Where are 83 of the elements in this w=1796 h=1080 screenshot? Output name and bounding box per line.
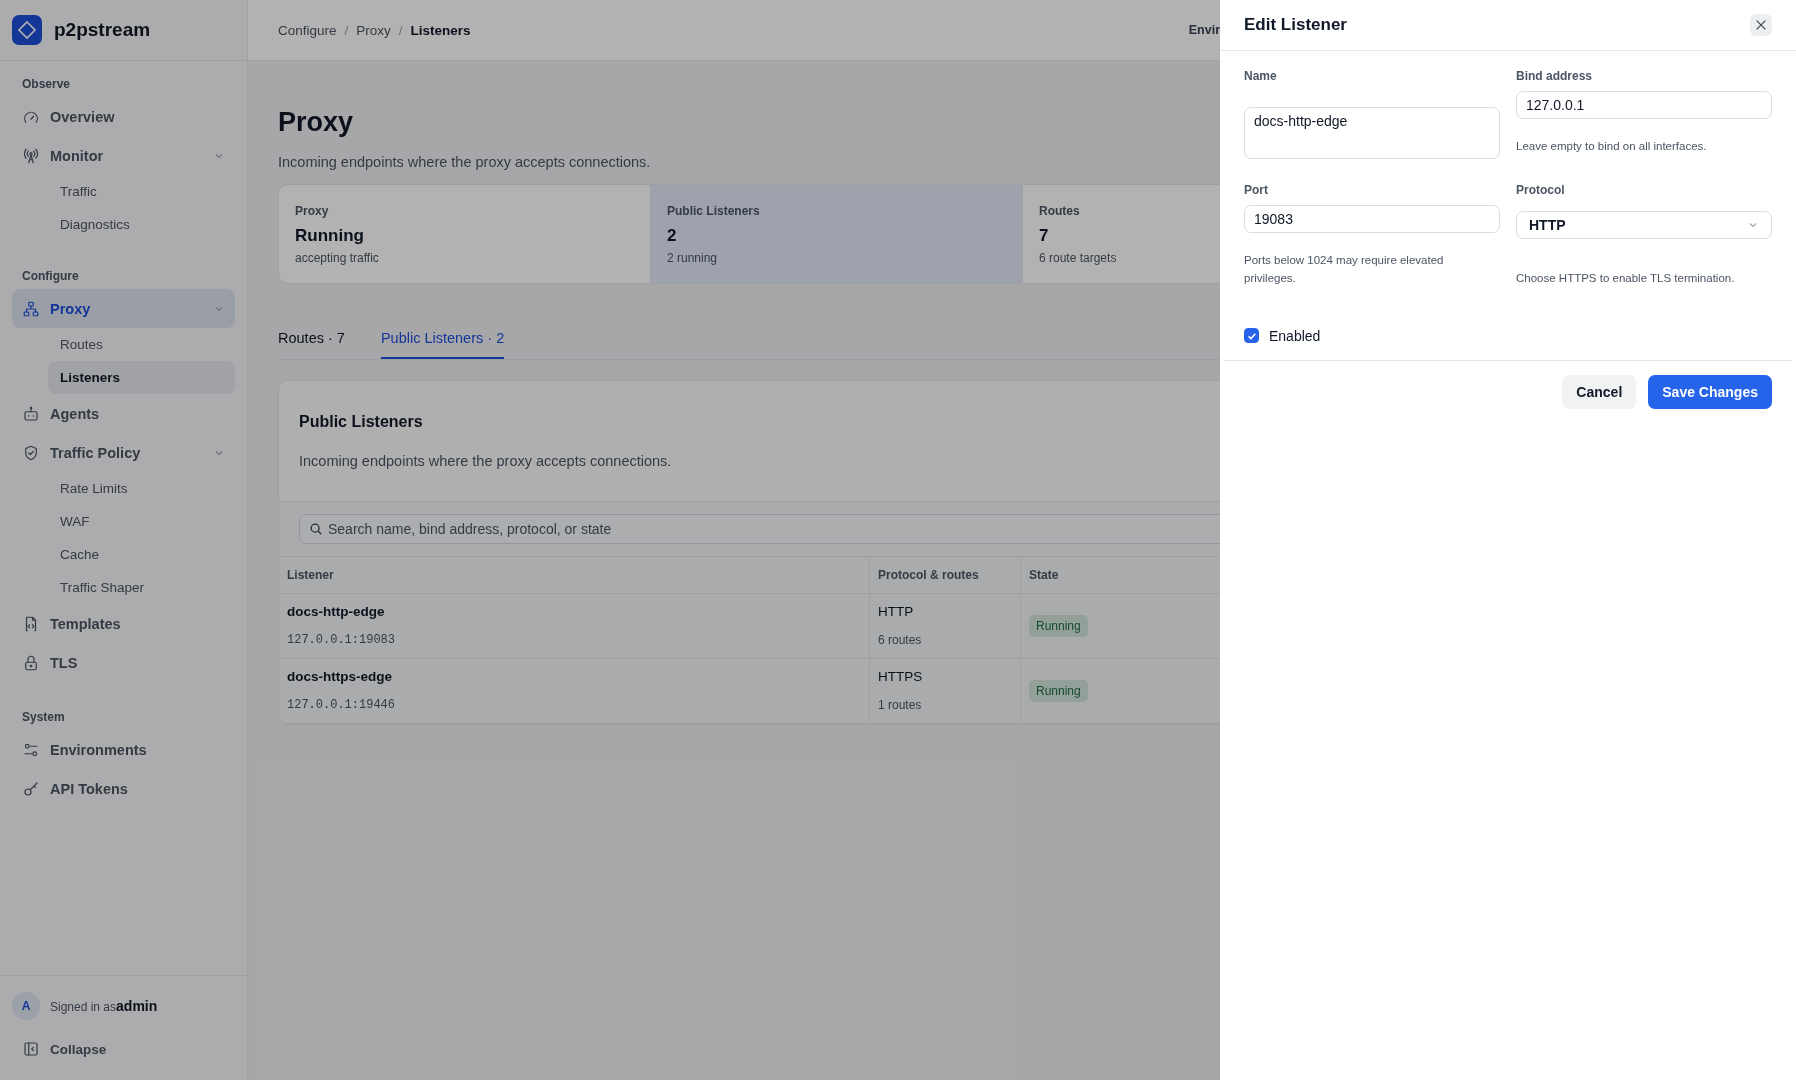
sidebar-item[interactable]: TLS [12, 643, 235, 682]
sidebar-subitem[interactable]: Traffic Shaper [48, 571, 235, 604]
close-icon [1754, 18, 1768, 32]
stat-value: 7 [1039, 226, 1050, 246]
name-field[interactable]: docs-http-edge [1244, 107, 1500, 159]
robot-icon [22, 404, 40, 423]
drawer-title: Edit Listener [1244, 15, 1347, 35]
table-cell: HTTPS 1 routes [869, 658, 1021, 724]
breadcrumb-separator: / [398, 22, 403, 38]
table-cell: docs-https-edge 127.0.0.1:19446 [279, 658, 870, 724]
field-label: Port [1244, 183, 1269, 197]
stat-label: Public Listeners [667, 204, 761, 218]
stat-note: accepting traffic [295, 251, 380, 265]
stat-note: 2 running [667, 251, 719, 265]
sidebar-item[interactable]: Templates [12, 604, 235, 643]
column-header: Listener [279, 556, 870, 594]
sidebar-item[interactable]: Traffic Policy [12, 433, 235, 472]
checkbox-label: Enabled [1269, 327, 1321, 344]
signed-in-text: Signed in asadmin [50, 998, 158, 1014]
sidebar-subitem[interactable]: WAF [48, 505, 235, 538]
environment-label: Envir [1188, 23, 1220, 37]
sidebar-item[interactable]: Monitor [12, 136, 235, 175]
panel-description: Incoming endpoints where the proxy accepts connections. [299, 453, 673, 469]
sidebar-item[interactable]: API Tokens [12, 769, 235, 808]
column-header: Protocol & routes [869, 556, 1021, 594]
section-heading: Observe [21, 76, 72, 93]
stat-label: Routes [1039, 204, 1081, 218]
stat-note: 6 route targets [1039, 251, 1118, 265]
protocol-select[interactable]: HTTP [1516, 211, 1772, 239]
sidebar-subitem[interactable]: Routes [48, 328, 235, 361]
sidebar-subitem[interactable]: Cache [48, 538, 235, 571]
breadcrumb-link[interactable]: Listeners [410, 22, 471, 38]
app-name: p2pstream [54, 19, 151, 41]
stat-card[interactable]: Routes 7 6 route targets [1023, 185, 1220, 283]
shield-icon [22, 443, 40, 462]
search-field[interactable]: Search name, bind address, protocol, or state [299, 514, 1220, 544]
field-label: Bind address [1516, 69, 1594, 83]
section-heading: System [21, 709, 66, 726]
field-hint: Leave empty to bind on all interfaces. [1516, 139, 1708, 154]
sidebar-subitem[interactable]: Traffic [48, 175, 235, 208]
lock-icon [22, 653, 40, 672]
sidebar-subitem[interactable]: Diagnostics [48, 208, 235, 241]
breadcrumb-separator: / [344, 22, 349, 38]
stat-value: 2 [667, 226, 678, 246]
collapse-button[interactable]: Collapse [12, 1034, 117, 1064]
user-avatar: A [12, 992, 40, 1020]
field-label: Name [1244, 69, 1278, 83]
page-subtitle: Incoming endpoints where the proxy accepts connections. [278, 154, 652, 170]
sidebar-item[interactable]: Overview [12, 97, 235, 136]
sidebar-item[interactable]: Agents [12, 394, 235, 433]
save-changes-button[interactable]: Save Changes [1648, 374, 1772, 409]
breadcrumb-link[interactable]: Proxy [356, 22, 391, 38]
status-badge: Running [1029, 679, 1088, 702]
port-field[interactable]: 19083 [1244, 205, 1500, 233]
close-button[interactable] [1750, 14, 1772, 36]
page-title: Proxy [278, 107, 355, 138]
sidebar-subitem[interactable]: Rate Limits [48, 472, 235, 505]
breadcrumb-link[interactable]: Configure [278, 22, 337, 38]
tab[interactable]: Routes · 7 [278, 330, 345, 359]
search-icon [309, 522, 323, 536]
field-hint: Choose HTTPS to enable TLS termination. [1516, 271, 1736, 286]
field-hint: Ports below 1024 may require elevated privileges. [1244, 253, 1445, 287]
antenna-icon [22, 146, 40, 165]
logo-icon [12, 15, 42, 45]
stat-card[interactable]: Public Listeners 2 2 running [651, 185, 1023, 283]
sidebar-item[interactable]: Environments [12, 730, 235, 769]
status-badge: Running [1029, 614, 1088, 637]
table-cell: docs-http-edge 127.0.0.1:19083 [279, 593, 870, 659]
sidebar-subitem[interactable]: Listeners [48, 361, 235, 394]
section-heading: Configure [21, 268, 80, 285]
network-icon [22, 299, 40, 318]
tab[interactable]: Public Listeners · 2 [380, 330, 505, 359]
enabled-checkbox[interactable] [1244, 328, 1259, 344]
sidebar-item[interactable]: Proxy [12, 289, 235, 328]
bind-address-field[interactable]: 127.0.0.1 [1516, 91, 1772, 119]
panel-title: Public Listeners [299, 413, 424, 431]
cancel-button[interactable]: Cancel [1562, 374, 1637, 409]
stat-label: Proxy [295, 204, 330, 218]
collapse-icon [22, 1040, 40, 1058]
stat-card[interactable]: Proxy Running accepting traffic [279, 185, 651, 283]
stat-value: Running [295, 226, 365, 246]
field-label: Protocol [1516, 183, 1566, 197]
table-cell: HTTP 6 routes [869, 593, 1021, 659]
